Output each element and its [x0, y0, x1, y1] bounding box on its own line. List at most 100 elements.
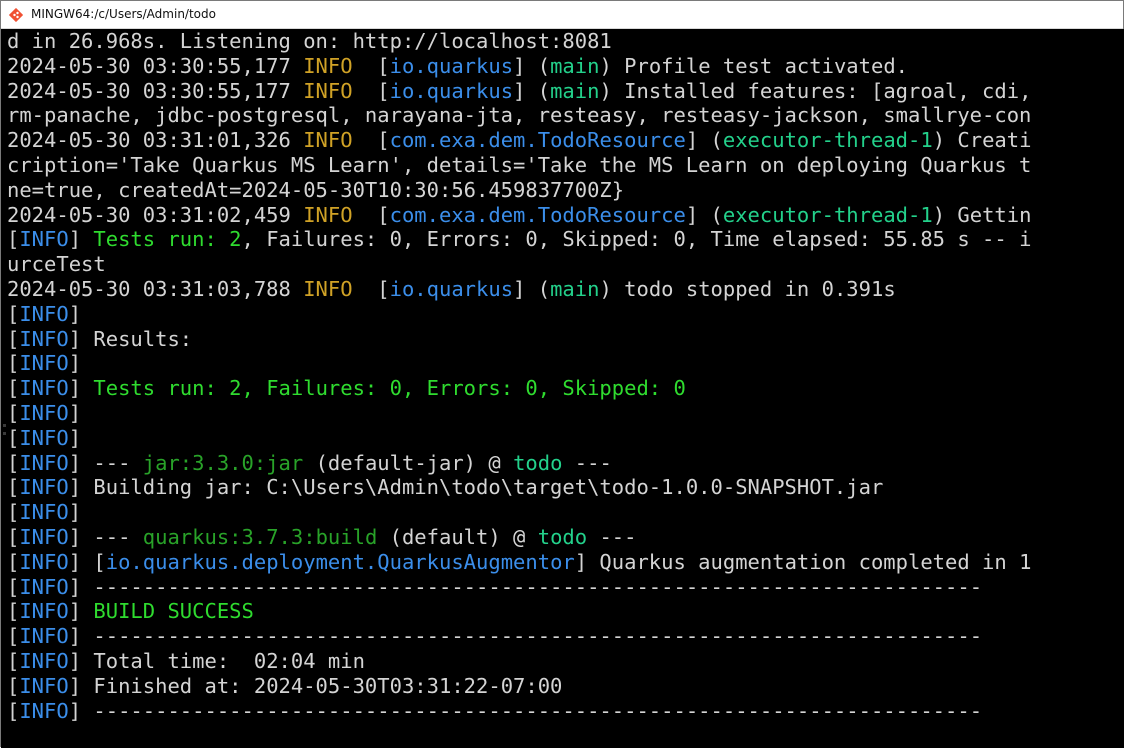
terminal-text-segment: [	[352, 78, 390, 103]
terminal-text-segment: executor-thread-1	[722, 202, 933, 227]
terminal-line: [INFO]	[7, 351, 81, 376]
terminal-text-segment: com.exa.dem.TodoResource	[389, 128, 686, 153]
terminal-text-segment: ] Results:	[68, 326, 193, 351]
terminal-text-segment: ]	[68, 401, 82, 425]
terminal-line: [INFO] BUILD SUCCESS	[7, 599, 254, 624]
terminal-text-segment: ) todo stopped in 0.391s	[599, 277, 896, 301]
terminal-text-segment: ]	[68, 599, 94, 624]
terminal-line: rm-panache, jdbc-postgresql, narayana-jt…	[7, 103, 1031, 128]
terminal-text-segment: [	[7, 673, 20, 698]
terminal-text-segment: [	[7, 698, 20, 723]
terminal-line: [INFO] --- quarkus:3.7.3:build (default)…	[7, 525, 636, 550]
terminal-text-segment: 2024-05-30 03:31:03,788	[7, 277, 304, 301]
title-bar[interactable]: MINGW64:/c/Users/Admin/todo	[1, 1, 1123, 29]
terminal-text-segment: [	[7, 549, 20, 574]
terminal-text-segment: jar:3.3.0:jar	[142, 450, 304, 475]
terminal-text-segment: d in 26.968s. Listening on: http://local…	[7, 29, 612, 53]
terminal-text-segment: ] --------------------------------------…	[68, 624, 983, 649]
terminal-text-segment: INFO	[303, 202, 353, 227]
terminal-text-segment: [	[7, 425, 20, 450]
terminal-text-segment: INFO	[19, 450, 69, 475]
terminal-text-segment: ) Gettin	[932, 202, 1032, 227]
terminal-text-segment: [	[352, 277, 390, 301]
terminal-text-segment: [	[7, 649, 20, 673]
terminal-line: ne=true, createdAt=2024-05-30T10:30:56.4…	[7, 178, 624, 203]
terminal-text-segment: ]	[68, 227, 94, 252]
terminal-text-segment: 2024-05-30 03:30:55,177	[7, 78, 304, 103]
terminal-line: urceTest	[7, 252, 106, 277]
terminal-text-segment: [	[7, 301, 20, 326]
terminal-line: [INFO] ---------------------------------…	[7, 624, 982, 649]
terminal-text-segment: io.quarkus	[389, 78, 514, 103]
terminal-text-segment: executor-thread-1	[722, 128, 933, 153]
terminal-line: 2024-05-30 03:31:02,459 INFO [com.exa.de…	[7, 203, 1031, 228]
terminal-text-segment: [	[7, 525, 20, 549]
terminal-line: [INFO] Results:	[7, 327, 192, 352]
terminal-text-segment: [	[7, 401, 20, 425]
terminal-text-segment: 2024-05-30 03:31:01,326	[7, 128, 304, 153]
terminal-text-segment: todo	[513, 450, 563, 475]
terminal-line: 2024-05-30 03:30:55,177 INFO [io.quarkus…	[7, 79, 1031, 104]
terminal-text-segment: ]	[68, 351, 82, 376]
terminal-text-segment: com.exa.dem.TodoResource	[389, 202, 686, 227]
terminal-text-segment: ] [	[68, 549, 106, 574]
terminal-text-segment: [	[7, 351, 20, 376]
terminal-text-segment: [	[7, 475, 20, 500]
terminal-text-segment: [	[352, 128, 390, 153]
terminal-text-segment: ---	[562, 450, 612, 475]
terminal-text-segment: [	[7, 227, 20, 252]
terminal-text-segment: ] (	[685, 202, 723, 227]
terminal-text-segment: ) Creati	[932, 128, 1032, 153]
terminal-text-segment: INFO	[19, 376, 69, 401]
terminal-line: [INFO] Building jar: C:\Users\Admin\todo…	[7, 475, 883, 500]
scroll-marker	[3, 432, 6, 435]
terminal-line: [INFO] Total time: 02:04 min	[7, 649, 365, 674]
terminal-text-segment: Tests run: 2, Failures: 0, Errors: 0, Sk…	[93, 376, 686, 401]
terminal-text-segment: [	[352, 53, 390, 78]
terminal-text-segment: ] --------------------------------------…	[68, 698, 983, 723]
terminal-text-segment: todo	[537, 525, 588, 549]
terminal-text-segment: ] Quarkus augmentation completed in 1	[574, 549, 1032, 574]
terminal-line: [INFO] Finished at: 2024-05-30T03:31:22-…	[7, 674, 562, 699]
terminal-text-segment: 2024-05-30 03:31:02,459	[7, 202, 304, 227]
terminal-text-segment: cription='Take Quarkus MS Learn', detail…	[7, 153, 1032, 177]
terminal-line: [INFO]	[7, 500, 81, 525]
terminal-text-segment: INFO	[303, 53, 353, 78]
terminal-text-segment: INFO	[19, 401, 69, 425]
terminal-text-segment: ] (	[685, 128, 723, 153]
terminal-line: [INFO] ---------------------------------…	[7, 575, 982, 600]
terminal-text-segment: [	[7, 574, 20, 599]
terminal-text-segment: INFO	[19, 574, 69, 599]
terminal-text-segment: BUILD SUCCESS	[93, 599, 254, 624]
terminal-text-segment: main	[550, 78, 600, 103]
terminal-line: [INFO] [io.quarkus.deployment.QuarkusAug…	[7, 550, 1031, 575]
terminal-text-segment: INFO	[19, 301, 69, 326]
terminal-text-segment: ]	[68, 425, 82, 450]
terminal-text-segment: main	[550, 53, 600, 78]
terminal-text-segment: ] (	[513, 277, 551, 301]
terminal-text-segment: (default-jar) @	[303, 450, 514, 475]
terminal-text-segment: [	[352, 202, 390, 227]
terminal-text-segment: [	[7, 450, 20, 475]
terminal-line: [INFO]	[7, 426, 81, 451]
terminal-text-segment: 2024-05-30 03:30:55,177	[7, 53, 304, 78]
terminal-text-segment: ] (	[513, 78, 551, 103]
terminal-line: [INFO] --- jar:3.3.0:jar (default-jar) @…	[7, 451, 612, 476]
terminal-text-segment: , Failures: 0, Errors: 0, Skipped: 0, Ti…	[241, 227, 1032, 252]
terminal-text-segment: INFO	[19, 525, 69, 549]
scroll-marker	[3, 424, 6, 427]
terminal-text-segment: INFO	[303, 277, 353, 301]
terminal-text-segment: ]	[68, 376, 94, 401]
terminal-text-segment: [	[7, 599, 20, 624]
terminal-line: [INFO]	[7, 302, 81, 327]
terminal-text-segment: Tests run: 2	[93, 227, 242, 252]
terminal-line: 2024-05-30 03:31:01,326 INFO [com.exa.de…	[7, 128, 1031, 153]
terminal-text-segment: INFO	[19, 624, 69, 649]
terminal-output[interactable]: d in 26.968s. Listening on: http://local…	[1, 29, 1124, 748]
terminal-text-segment: INFO	[19, 673, 69, 698]
terminal-text-segment: ) Profile test activated.	[599, 53, 909, 78]
terminal-text-segment: INFO	[19, 326, 69, 351]
terminal-text-segment: INFO	[19, 698, 69, 723]
terminal-line: [INFO] Tests run: 2, Failures: 0, Errors…	[7, 227, 1031, 252]
terminal-text-segment: urceTest	[7, 252, 106, 277]
